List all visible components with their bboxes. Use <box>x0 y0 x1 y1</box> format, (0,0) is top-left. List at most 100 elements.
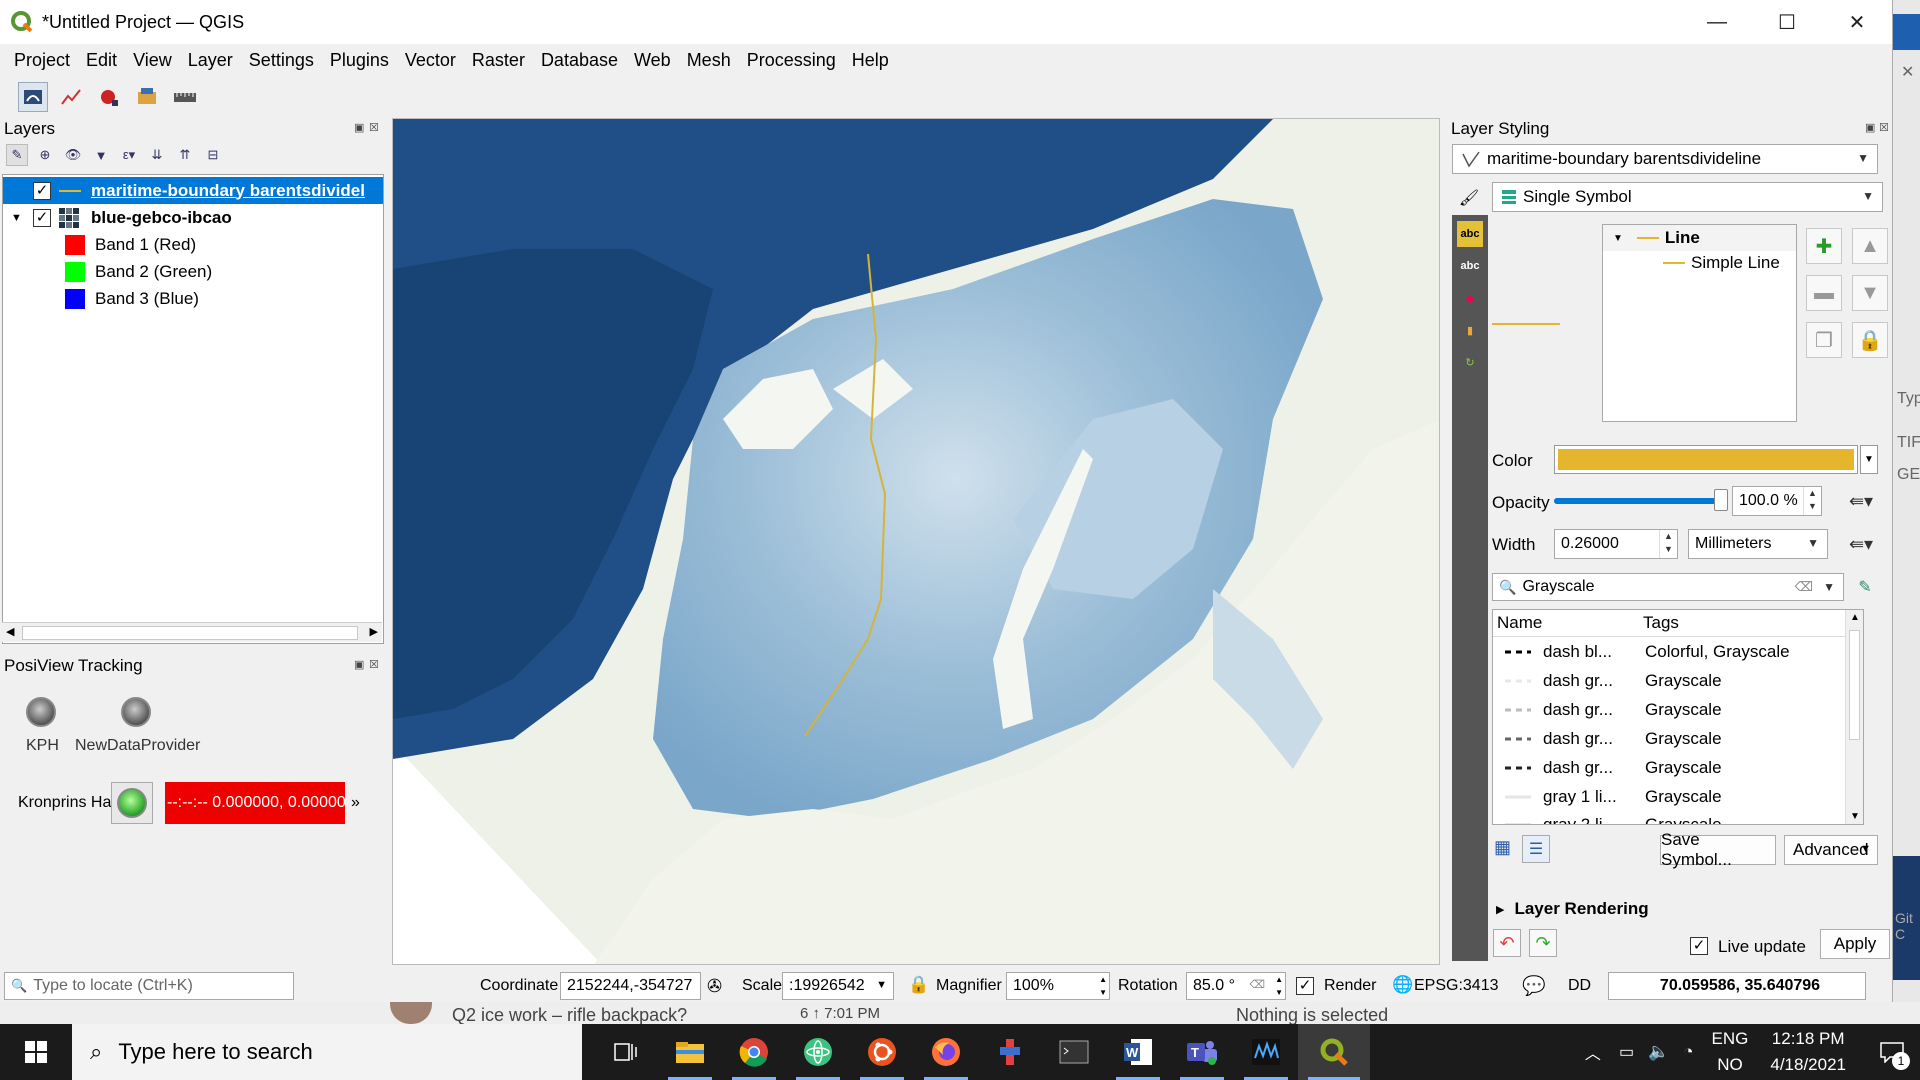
taskbar-search[interactable]: ⌕ Type here to search <box>72 1024 582 1080</box>
renderer-combo[interactable]: Single Symbol ▼ <box>1492 182 1883 212</box>
file-explorer-icon[interactable] <box>658 1024 722 1080</box>
width-unit-combo[interactable]: Millimeters ▼ <box>1688 529 1828 559</box>
more-arrow-icon[interactable]: » <box>351 794 360 812</box>
panel-float-icon[interactable]: ▣ <box>354 121 364 134</box>
labels-icon[interactable]: abc <box>1457 221 1483 247</box>
redo-icon[interactable]: ↷ <box>1529 929 1557 957</box>
scroll-right-icon[interactable]: ▶ <box>370 625 378 638</box>
spin-arrows-icon[interactable]: ▲ ▼ <box>1099 973 1107 999</box>
manage-visibility-icon[interactable]: 👁 <box>62 144 84 166</box>
menu-edit[interactable]: Edit <box>78 50 125 71</box>
symbol-tree-child-row[interactable]: Simple Line <box>1663 253 1780 273</box>
style-manager-icon[interactable]: ✎ <box>6 144 28 166</box>
lock-layer-button[interactable]: 🔒 <box>1852 322 1888 358</box>
vessel-tracking-button[interactable] <box>111 782 153 824</box>
menu-raster[interactable]: Raster <box>464 50 533 71</box>
teams-icon[interactable]: T <box>1170 1024 1234 1080</box>
menu-project[interactable]: Project <box>6 50 78 71</box>
table-row[interactable]: dash gr... Grayscale <box>1493 666 1863 695</box>
terminal-icon[interactable] <box>1042 1024 1106 1080</box>
column-header-tags[interactable]: Tags <box>1643 613 1679 633</box>
word-icon[interactable]: W <box>1106 1024 1170 1080</box>
volume-icon[interactable]: 🔈 <box>1648 1042 1669 1062</box>
live-update-checkbox[interactable]: ✓ <box>1690 937 1708 955</box>
history-icon[interactable]: ↻ <box>1457 349 1483 375</box>
symbol-search-input[interactable]: 🔍 Grayscale ⌫ ▼ <box>1492 573 1844 601</box>
icon-view-icon[interactable]: ▦ <box>1494 837 1520 863</box>
remove-symbol-layer-button[interactable]: ▬ <box>1806 275 1842 311</box>
opacity-slider-handle[interactable] <box>1714 489 1728 511</box>
opacity-spinbox[interactable]: 100.0 % ▲ ▼ <box>1732 486 1822 516</box>
color-button[interactable] <box>1554 445 1858 474</box>
magnifier-spinbox[interactable]: 100% ▲ ▼ <box>1006 972 1110 1000</box>
map-render[interactable] <box>393 119 1440 965</box>
panel-close-icon[interactable]: ☒ <box>1879 121 1889 134</box>
duplicate-layer-button[interactable]: ❐ <box>1806 322 1842 358</box>
layer-visibility-checkbox[interactable]: ✓ <box>33 208 51 227</box>
scale-combo[interactable]: :19926542 ▼ <box>782 972 894 1000</box>
diagram-icon[interactable]: ▮ <box>1457 317 1483 343</box>
panel-close-icon[interactable]: ☒ <box>369 658 379 671</box>
spin-arrows-icon[interactable]: ▲ ▼ <box>1659 530 1677 558</box>
dd-coordinate-field[interactable]: 70.059586, 35.640796 <box>1608 972 1866 1000</box>
vertical-scrollbar[interactable]: ▲ ▼ <box>1845 610 1863 824</box>
collapse-arrow-icon[interactable]: ▼ <box>3 212 33 224</box>
color-dropdown-icon[interactable]: ▼ <box>1860 445 1878 474</box>
list-view-icon[interactable]: ☰ <box>1522 835 1550 863</box>
menu-mesh[interactable]: Mesh <box>679 50 739 71</box>
messages-icon[interactable]: 💬 <box>1522 974 1546 998</box>
minimize-button[interactable]: — <box>1682 0 1752 44</box>
collapse-all-icon[interactable]: ⇈ <box>174 144 196 166</box>
collapse-arrow-icon[interactable]: ▼ <box>1613 233 1623 244</box>
table-row[interactable]: dash gr... Grayscale <box>1493 695 1863 724</box>
panel-float-icon[interactable]: ▣ <box>1865 121 1875 134</box>
menu-plugins[interactable]: Plugins <box>322 50 397 71</box>
filter-expression-icon[interactable]: ε▾ <box>118 144 140 166</box>
panel-close-icon[interactable]: ☒ <box>369 121 379 134</box>
data-defined-override-icon[interactable]: ⇚▾ <box>1844 529 1878 559</box>
menu-web[interactable]: Web <box>626 50 679 71</box>
spin-arrows-icon[interactable]: ▲ ▼ <box>1275 973 1283 999</box>
waves-icon[interactable] <box>1234 1024 1298 1080</box>
posiview-icon[interactable] <box>18 82 48 112</box>
table-row[interactable]: dash gr... Grayscale <box>1493 724 1863 753</box>
menu-help[interactable]: Help <box>844 50 897 71</box>
start-button[interactable] <box>0 1024 72 1080</box>
column-header-name[interactable]: Name <box>1497 613 1542 633</box>
layer-visibility-checkbox[interactable]: ✓ <box>33 181 51 200</box>
advanced-button[interactable]: Advanced ▼ <box>1784 835 1878 865</box>
table-row[interactable]: dash bl... Colorful, Grayscale <box>1493 637 1863 666</box>
menu-layer[interactable]: Layer <box>180 50 241 71</box>
layer-row-blue-gebco-ibcao[interactable]: ▼ ✓ blue-gebco-ibcao <box>3 204 383 231</box>
crs-label[interactable]: EPSG:3413 <box>1414 977 1499 995</box>
horizontal-scrollbar[interactable]: ◀ ▶ <box>2 622 382 642</box>
filter-legend-icon[interactable]: ▼ <box>90 144 112 166</box>
chevron-up-icon[interactable]: ︿ <box>1585 1040 1601 1064</box>
task-view-icon[interactable] <box>594 1024 658 1080</box>
chrome-icon[interactable] <box>722 1024 786 1080</box>
lock-scale-icon[interactable]: 🔒 <box>908 975 929 995</box>
clock[interactable]: 12:18 PM 4/18/2021 <box>1770 1026 1846 1078</box>
undo-icon[interactable]: ↶ <box>1493 929 1521 957</box>
data-defined-override-icon[interactable]: ⇚▾ <box>1844 486 1878 516</box>
layer-rendering-section[interactable]: ▶ Layer Rendering <box>1496 899 1649 919</box>
scrollbar-thumb[interactable] <box>22 626 358 640</box>
ubuntu-icon[interactable] <box>850 1024 914 1080</box>
clear-icon[interactable]: ⌫ <box>1249 978 1265 991</box>
table-row[interactable]: gray 1 li... Grayscale <box>1493 782 1863 811</box>
scroll-up-icon[interactable]: ▲ <box>1850 612 1860 623</box>
notifications-icon[interactable]: 1 <box>1872 1024 1912 1080</box>
app-icon[interactable] <box>978 1024 1042 1080</box>
coordinate-field[interactable]: 2152244,-354727 <box>560 972 701 1000</box>
table-row[interactable]: dash gr... Grayscale <box>1493 753 1863 782</box>
render-checkbox[interactable]: ✓ <box>1296 977 1314 995</box>
close-button[interactable]: ✕ <box>1822 0 1892 44</box>
firefox-icon[interactable] <box>914 1024 978 1080</box>
layer-select-combo[interactable]: maritime-boundary barentsdivideline ▼ <box>1452 144 1878 174</box>
record-icon[interactable] <box>94 82 124 112</box>
paintbrush-icon[interactable]: 🖌 <box>1454 185 1484 211</box>
network-icon[interactable]: ◔ <box>1683 1042 1693 1062</box>
battery-icon[interactable]: ▭ <box>1619 1042 1634 1062</box>
symbol-tree-root-row[interactable]: ▼ Line <box>1603 225 1796 251</box>
menu-database[interactable]: Database <box>533 50 626 71</box>
